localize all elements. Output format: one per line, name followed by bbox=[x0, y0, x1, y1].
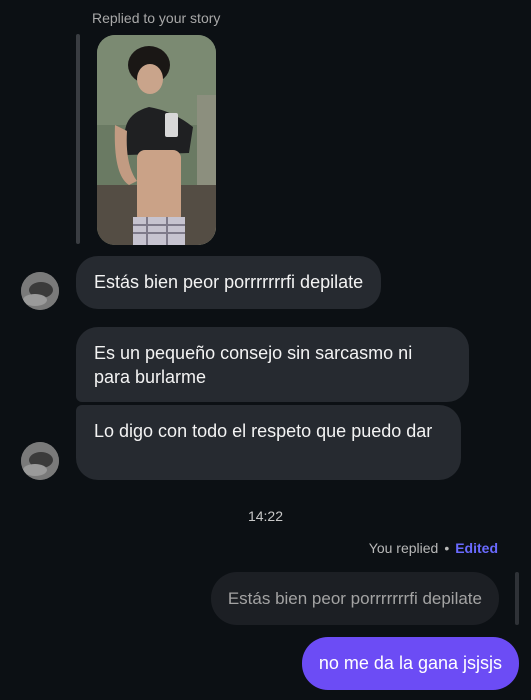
edited-label[interactable]: Edited bbox=[455, 540, 498, 556]
message-timestamp: 14:22 bbox=[247, 508, 284, 524]
message-bubble-outgoing[interactable]: no me da la gana jsjsjs bbox=[301, 637, 519, 690]
message-bubble-incoming[interactable]: Es un pequeño consejo sin sarcasmo ni pa… bbox=[76, 327, 469, 402]
sender-avatar[interactable] bbox=[21, 442, 59, 480]
quote-bar bbox=[515, 572, 519, 625]
sender-avatar[interactable] bbox=[21, 272, 59, 310]
reply-meta: You replied • Edited bbox=[369, 540, 498, 556]
avatar-photo-icon bbox=[21, 272, 59, 310]
message-bubble-incoming[interactable]: Lo digo con todo el respeto que puedo da… bbox=[76, 405, 461, 480]
story-reply-caption: Replied to your story bbox=[92, 10, 221, 26]
story-photo-icon bbox=[97, 35, 216, 245]
you-replied-label: You replied bbox=[368, 540, 439, 556]
message-bubble-incoming[interactable]: Estás bien peor porrrrrrrfi depilate bbox=[76, 256, 382, 309]
story-reply-bar bbox=[76, 34, 80, 244]
avatar-photo-icon bbox=[21, 442, 59, 480]
story-thumbnail[interactable] bbox=[97, 35, 216, 245]
quoted-message[interactable]: Estás bien peor porrrrrrrfi depilate bbox=[210, 572, 499, 625]
meta-separator: • bbox=[444, 540, 450, 556]
chat-thread: Replied to your story Estás bien peor po… bbox=[0, 0, 531, 700]
